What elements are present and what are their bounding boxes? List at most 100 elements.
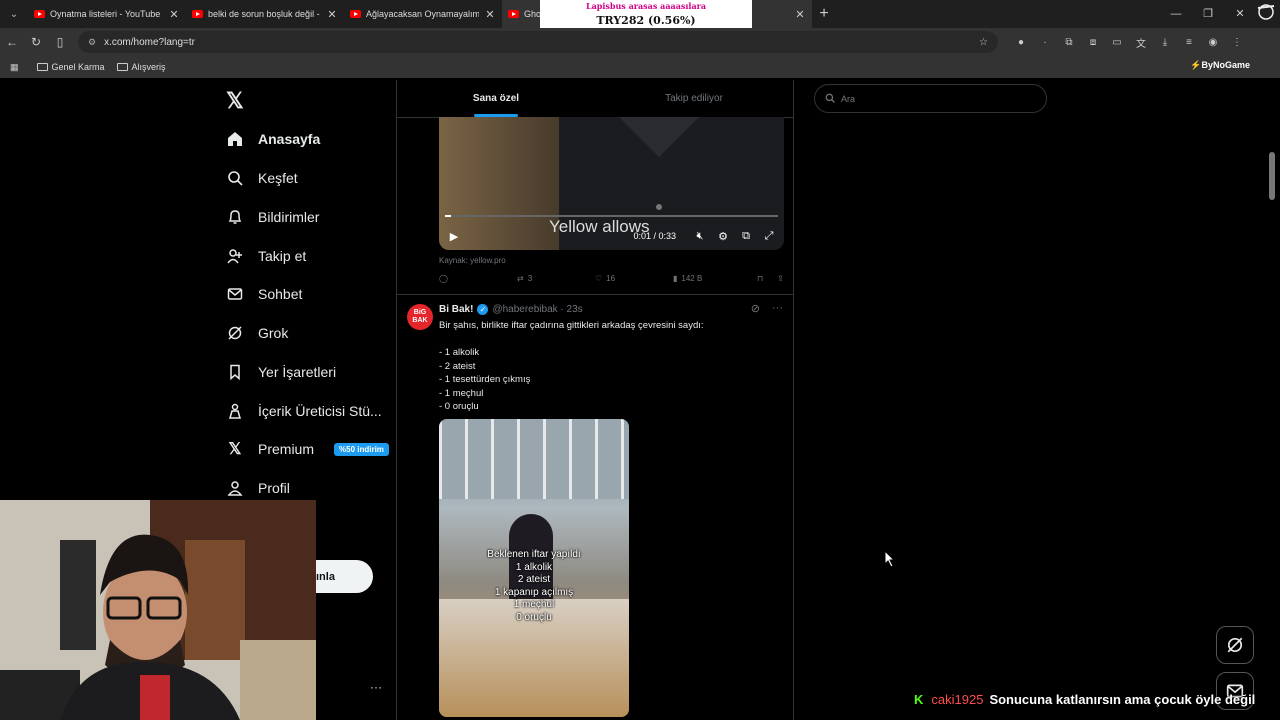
settings-gear-icon[interactable]: ⚙ (716, 229, 730, 243)
restore-icon[interactable]: ❐ (1192, 0, 1224, 28)
premium-discount-badge: %50 indirim (334, 442, 389, 456)
search-input[interactable]: Ara (814, 84, 1047, 113)
translate-page-icon[interactable]: 文 (1134, 35, 1148, 50)
translate-icon[interactable]: ⧉ (1062, 35, 1076, 49)
profile-icon (226, 479, 244, 497)
minimize-icon[interactable]: — (1160, 0, 1192, 28)
bookmark-icon (226, 363, 244, 381)
analytics-icon: ▮ (673, 274, 678, 283)
share-icon[interactable]: ⇪ (777, 274, 784, 283)
bynogame-logo: ⚡ByNoGame (1190, 60, 1250, 70)
reply-button[interactable]: ◯ (439, 274, 517, 283)
sidebar-item-notifications[interactable]: Bildirimler (226, 208, 319, 226)
author-handle-time[interactable]: @haberebibak · 23s (492, 304, 582, 315)
sidebar-item-label: Yer İşaretleri (258, 364, 337, 380)
tab-following[interactable]: Takip ediliyor (595, 80, 793, 117)
menu-icon[interactable]: ⋮ (1230, 35, 1244, 49)
view-count: 142 B (681, 274, 703, 283)
download-icon[interactable]: ⤓ (1158, 35, 1172, 49)
browser-tab-2[interactable]: belki de sorun boşluk değil - Yo ✕ (186, 0, 344, 28)
apps-icon[interactable]: ▦ (10, 62, 19, 73)
close-tab-icon[interactable]: ✕ (168, 8, 180, 21)
puzzle-icon[interactable]: ⧈ (1086, 35, 1100, 49)
star-icon[interactable]: ☆ (979, 37, 988, 48)
verified-badge-icon: ✓ (477, 304, 489, 315)
sidebar-item-label: Profil (258, 480, 290, 496)
extension-icon[interactable]: ● (1014, 35, 1028, 49)
sidebar-item-explore[interactable]: Keşfet (226, 169, 298, 187)
like-button[interactable]: ♡ 16 (595, 274, 673, 283)
post-header-actions: ⊘ ··· (751, 302, 783, 315)
sidebar-item-home[interactable]: Anasayfa (226, 130, 320, 148)
grok-floating-button[interactable] (1216, 626, 1254, 664)
sidebar-item-bookmarks[interactable]: Yer İşaretleri (226, 363, 336, 381)
video-source[interactable]: Kaynak: yellow.pro (439, 256, 506, 265)
address-bar-row: ← ↻ ▯ ⚙ x.com/home?lang=tr ☆ ● · ⧉ ⧈ ▭ 文… (0, 28, 1280, 56)
scrollbar-thumb[interactable] (1269, 152, 1275, 200)
bookmark-folder-genel-karma[interactable]: Genel Karma (36, 62, 105, 72)
tab-label: Takip ediliyor (665, 93, 723, 104)
sidebar-item-label: Keşfet (258, 170, 298, 186)
mute-icon[interactable]: 🔇︎ (693, 229, 707, 243)
x-logo-icon[interactable]: 𝕏 (226, 88, 244, 114)
like-count: 16 (606, 274, 616, 283)
sidebar-item-label: Grok (258, 325, 289, 341)
main-timeline: Sana özel Takip ediliyor Yellow allows ▶… (396, 80, 794, 720)
bynogame-text: ByNoGame (1201, 60, 1250, 70)
profile-avatar-icon[interactable]: ◉ (1206, 35, 1220, 49)
site-info-icon[interactable]: ⚙ (88, 37, 96, 48)
sidebar-item-label: Premium (258, 441, 315, 457)
home-icon (226, 130, 244, 148)
youtube-icon (508, 10, 519, 18)
browser-tab-3[interactable]: Ağlayacaksan Oynamayalım - Yo ✕ (344, 0, 502, 28)
tab-search-chevron-icon[interactable]: ⌄ (0, 0, 28, 28)
repost-count: 3 (527, 274, 533, 283)
tent-background (439, 419, 629, 499)
page-scrollbar[interactable] (1268, 80, 1276, 720)
sidebar-item-premium[interactable]: 𝕏 Premium %50 indirim (226, 440, 389, 458)
browser-tab-1[interactable]: Oynatma listeleri - YouTube ✕ (28, 0, 186, 28)
sidebar-item-grok[interactable]: Grok (226, 324, 288, 342)
account-more-icon[interactable]: ··· (370, 680, 382, 694)
sidebar-item-profile[interactable]: Profil (226, 479, 290, 497)
video-player[interactable]: Yellow allows ▶ 0:01 / 0:33 🔇︎ ⚙ ⧉ ⤢ (439, 117, 784, 250)
tab-title: belki de sorun boşluk değil - Yo (208, 9, 321, 19)
grok-icon[interactable]: ⊘ (751, 302, 760, 315)
grok-icon (226, 324, 244, 342)
sidebar-item-chat[interactable]: Sohbet (226, 285, 302, 303)
sidebar-item-creator-studio[interactable]: İçerik Üreticisi Stü... (226, 402, 382, 420)
url-field[interactable]: ⚙ x.com/home?lang=tr ☆ (78, 31, 998, 53)
reading-list-icon[interactable]: ≡ (1182, 35, 1196, 49)
kick-badge: K (914, 692, 924, 707)
extension-icon[interactable]: · (1038, 35, 1052, 49)
bookmark-folder-alisveris[interactable]: Alışveriş (116, 62, 166, 72)
close-tab-icon[interactable]: ✕ (794, 8, 806, 21)
sidebar-item-follow[interactable]: Takip et (226, 247, 306, 265)
post-button-label: ınla (316, 570, 335, 583)
views-button[interactable]: ▮ 142 B (673, 274, 751, 283)
close-tab-icon[interactable]: ✕ (484, 8, 496, 21)
avatar[interactable]: BiG BAK (407, 304, 433, 330)
sidebar-icon[interactable]: ▭ (1110, 35, 1124, 49)
sidebar-item-label: İçerik Üreticisi Stü... (258, 403, 382, 419)
reload-icon[interactable]: ↻ (24, 35, 48, 49)
tab-title: Oynatma listeleri - YouTube (50, 9, 161, 19)
fullscreen-icon[interactable]: ⤢ (762, 229, 776, 243)
author-name[interactable]: Bi Bak! (439, 304, 473, 315)
post-image[interactable]: Beklenen iftar yapıldı 1 alkolik 2 ateis… (439, 419, 629, 717)
split-view-icon[interactable]: ▯ (48, 35, 72, 49)
close-tab-icon[interactable]: ✕ (326, 8, 338, 21)
new-tab-icon[interactable]: + (812, 5, 836, 23)
play-icon[interactable]: ▶ (447, 229, 461, 243)
bookmark-icon[interactable]: ⊓ (757, 274, 763, 283)
search-icon (825, 93, 835, 105)
more-icon[interactable]: ··· (772, 302, 783, 315)
mouse-cursor-icon (884, 550, 896, 568)
tab-for-you[interactable]: Sana özel (397, 80, 595, 117)
repost-button[interactable]: ⇄ 3 (517, 274, 595, 283)
back-icon[interactable]: ← (0, 35, 24, 49)
reply-icon: ◯ (439, 274, 448, 283)
pip-icon[interactable]: ⧉ (739, 229, 753, 243)
folder-icon (36, 63, 48, 71)
video-progress-bar[interactable] (445, 215, 778, 217)
